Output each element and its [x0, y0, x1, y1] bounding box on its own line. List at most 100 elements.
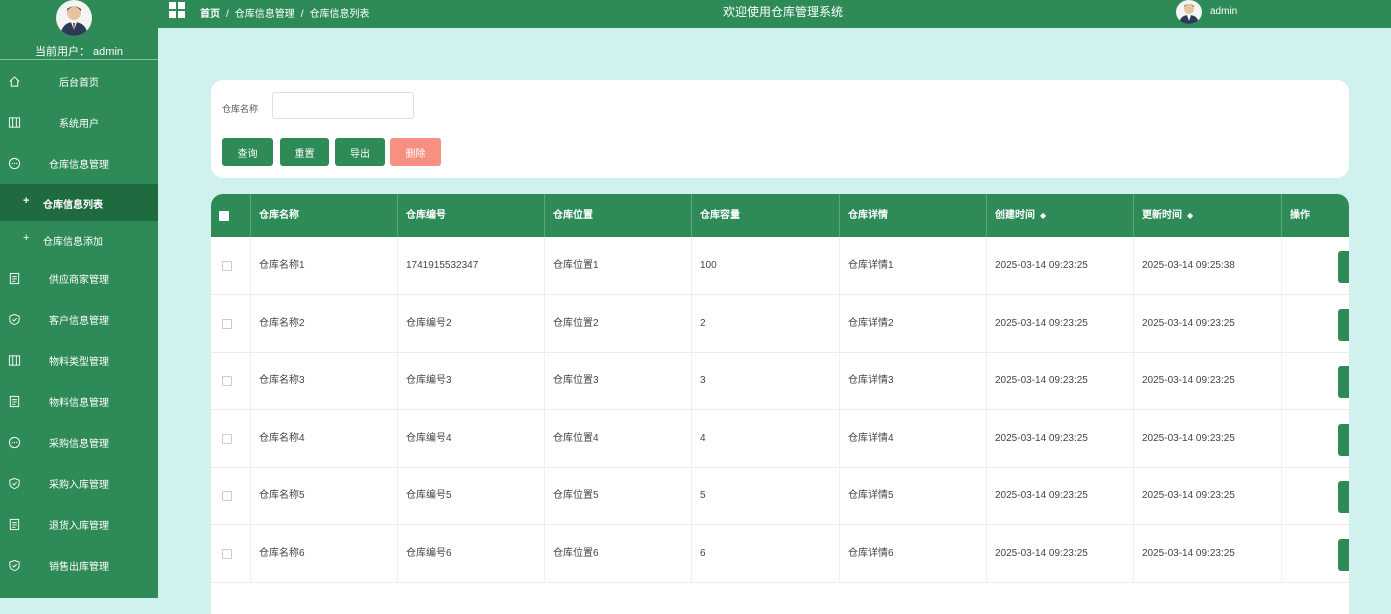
sort-icon[interactable]: ◆	[1040, 211, 1046, 220]
cell-created: 2025-03-14 09:23:25	[987, 294, 1134, 352]
row-checkbox[interactable]	[222, 548, 232, 559]
sidebar-item-sales-outbound[interactable]: 销售出库管理	[0, 545, 158, 586]
cell-name: 仓库名称3	[251, 352, 398, 409]
sidebar-item-label: 销售出库管理	[49, 562, 109, 573]
cell-capacity: 5	[692, 467, 840, 524]
row-action-button[interactable]	[1338, 538, 1349, 571]
column-header-updated[interactable]: 更新时间 ◆	[1134, 194, 1282, 237]
cell-code: 1741915532347	[398, 237, 545, 294]
sidebar-item-materials[interactable]: 物料信息管理	[0, 381, 158, 422]
sidebar-item-customers[interactable]: 客户信息管理	[0, 299, 158, 340]
cell-details: 仓库详情4	[840, 409, 987, 467]
sidebar-item-return-inbound[interactable]: 退货入库管理	[0, 504, 158, 545]
sidebar-item-label: 采购入库管理	[49, 480, 109, 491]
breadcrumb-current: 仓库信息列表	[309, 9, 370, 20]
cell-capacity: 3	[692, 352, 840, 409]
row-action-button[interactable]	[1338, 308, 1349, 341]
row-checkbox[interactable]	[222, 433, 232, 444]
row-action-button[interactable]	[1338, 423, 1349, 456]
delete-button[interactable]: 删除	[390, 138, 441, 166]
cell-name: 仓库名称6	[251, 524, 398, 582]
sidebar: 当前用户： admin 后台首页 系统用户 仓库信息管理 + 仓库信息列表 + …	[0, 0, 158, 598]
breadcrumb-home[interactable]: 首页	[200, 9, 220, 20]
row-select-cell	[211, 352, 251, 409]
column-header-details: 仓库详情	[840, 194, 987, 237]
warehouse-name-input[interactable]	[272, 92, 414, 119]
cell-created: 2025-03-14 09:23:25	[987, 467, 1134, 524]
row-action-button[interactable]	[1338, 251, 1349, 283]
cell-updated: 2025-03-14 09:23:25	[1134, 524, 1282, 582]
table-row: 仓库名称3 仓库编号3 仓库位置3 3 仓库详情3 2025-03-14 09:23:25…	[211, 352, 1349, 410]
cell-details: 仓库详情3	[840, 352, 987, 409]
cell-capacity: 2	[692, 294, 840, 352]
row-checkbox[interactable]	[222, 376, 232, 386]
export-button[interactable]: 导出	[335, 138, 385, 166]
cell-updated: 2025-03-14 09:23:25	[1134, 294, 1282, 352]
column-header-actions: 操作	[1290, 210, 1310, 221]
top-bar: 首页 / 仓库信息管理 / 仓库信息列表 欢迎使用仓库管理系统 admin	[158, 0, 1391, 28]
search-panel: 仓库名称 查询 重置 导出 删除	[211, 80, 1349, 178]
row-action-button[interactable]	[1338, 481, 1349, 513]
grid-menu-icon[interactable]	[169, 2, 185, 18]
cell-created: 2025-03-14 09:23:25	[987, 524, 1134, 582]
header-username[interactable]: admin	[1210, 6, 1237, 17]
sidebar-item-dashboard[interactable]: 后台首页	[0, 61, 158, 102]
current-user-name: admin	[93, 46, 124, 58]
table-row: 仓库名称6 仓库编号6 仓库位置6 6 仓库详情6 2025-03-14 09:23:25…	[211, 524, 1349, 583]
cell-name: 仓库名称4	[251, 409, 398, 467]
sidebar-subitem-label: 仓库信息列表	[43, 200, 103, 211]
sidebar-item-purchases[interactable]: 采购信息管理	[0, 422, 158, 463]
sidebar-subitem-warehouse-list[interactable]: + 仓库信息列表	[0, 184, 158, 221]
sidebar-item-label: 后台首页	[59, 78, 99, 89]
sort-icon[interactable]: ◆	[1187, 211, 1193, 220]
warehouse-name-label: 仓库名称	[222, 104, 259, 114]
checkbox-icon[interactable]	[219, 211, 229, 221]
header-select-all[interactable]	[211, 194, 251, 237]
cell-capacity: 100	[692, 237, 840, 294]
table-header: 仓库名称 仓库编号 仓库位置 仓库容量 仓库详情 创建时间 ◆ 更新时间 ◆ 操作	[211, 194, 1349, 237]
row-action-button[interactable]	[1338, 366, 1349, 398]
table-row: 仓库名称5 仓库编号5 仓库位置5 5 仓库详情5 2025-03-14 09:23:25…	[211, 467, 1349, 525]
cell-name: 仓库名称1	[251, 237, 398, 294]
cell-capacity: 4	[692, 409, 840, 467]
user-box: 当前用户： admin	[0, 0, 158, 60]
sidebar-item-purchase-inbound[interactable]: 采购入库管理	[0, 463, 158, 504]
cell-created: 2025-03-14 09:23:25	[987, 352, 1134, 409]
cell-code: 仓库编号3	[398, 352, 545, 409]
warehouse-table: 仓库名称 仓库编号 仓库位置 仓库容量 仓库详情 创建时间 ◆ 更新时间 ◆ 操作 …	[211, 194, 1349, 614]
cell-details: 仓库详情2	[840, 294, 987, 352]
row-checkbox[interactable]	[222, 261, 232, 271]
cell-code: 仓库编号4	[398, 409, 545, 467]
sidebar-item-label: 物料类型管理	[49, 357, 109, 368]
cell-created: 2025-03-14 09:23:25	[987, 237, 1134, 294]
sidebar-item-material-types[interactable]: 物料类型管理	[0, 340, 158, 381]
sidebar-item-suppliers[interactable]: 供应商家管理	[0, 258, 158, 299]
row-select-cell	[211, 294, 251, 352]
header-avatar[interactable]	[1176, 0, 1202, 24]
row-select-cell	[211, 524, 251, 582]
breadcrumb-item[interactable]: 仓库信息管理	[235, 9, 295, 20]
column-header-name: 仓库名称	[251, 194, 398, 237]
row-select-cell	[211, 409, 251, 467]
query-button[interactable]: 查询	[222, 138, 273, 166]
cell-location: 仓库位置6	[545, 524, 692, 582]
sidebar-item-warehouse[interactable]: 仓库信息管理	[0, 143, 158, 184]
current-user: 当前用户： admin	[0, 43, 158, 59]
column-header-created-label: 创建时间	[995, 210, 1035, 221]
cell-details: 仓库详情6	[840, 524, 987, 582]
row-checkbox[interactable]	[222, 491, 232, 501]
cell-updated: 2025-03-14 09:23:25	[1134, 409, 1282, 467]
sidebar-subitem-warehouse-add[interactable]: + 仓库信息添加	[0, 221, 158, 258]
column-header-code: 仓库编号	[398, 194, 545, 237]
row-select-cell	[211, 467, 251, 524]
cell-updated: 2025-03-14 09:23:25	[1134, 467, 1282, 524]
sidebar-item-label: 系统用户	[59, 119, 99, 130]
sidebar-item-system-users[interactable]: 系统用户	[0, 102, 158, 143]
column-header-capacity: 仓库容量	[692, 194, 840, 237]
column-header-location: 仓库位置	[545, 194, 692, 237]
row-checkbox[interactable]	[222, 318, 232, 329]
column-header-created[interactable]: 创建时间 ◆	[987, 194, 1134, 237]
reset-button[interactable]: 重置	[280, 138, 329, 166]
cell-location: 仓库位置5	[545, 467, 692, 524]
cell-location: 仓库位置1	[545, 237, 692, 294]
